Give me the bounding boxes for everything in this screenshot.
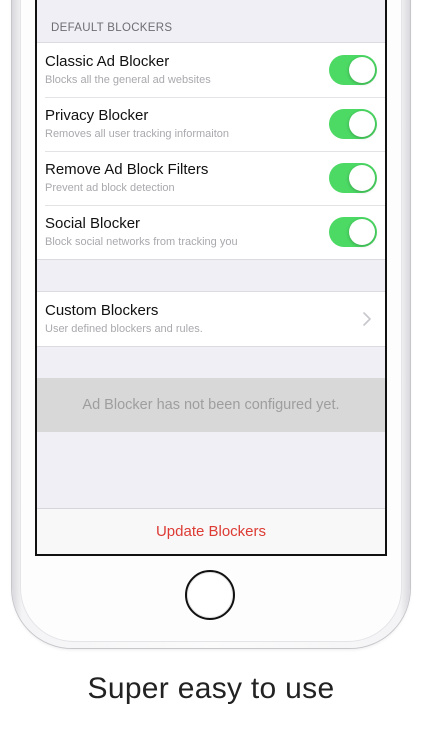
remove-ad-block-filters-toggle[interactable]: [329, 163, 377, 193]
custom-blockers-row[interactable]: Custom Blockers User defined blockers an…: [37, 292, 385, 346]
app-screen: DEFAULT BLOCKERS Classic Ad Blocker Bloc…: [35, 0, 387, 556]
privacy-blocker-toggle[interactable]: [329, 109, 377, 139]
update-blockers-button[interactable]: Update Blockers: [37, 508, 385, 554]
custom-blockers-group: Custom Blockers User defined blockers an…: [37, 291, 385, 347]
custom-blockers-subtitle: User defined blockers and rules.: [45, 323, 203, 335]
default-blockers-group: Classic Ad Blocker Blocks all the genera…: [37, 42, 385, 260]
toggle-knob: [349, 219, 375, 245]
marketing-caption: Super easy to use: [87, 672, 335, 705]
blocker-subtitle: Prevent ad block detection: [45, 182, 175, 194]
home-button[interactable]: [185, 570, 235, 620]
classic-ad-blocker-toggle[interactable]: [329, 55, 377, 85]
blocker-row-privacy[interactable]: Privacy Blocker Removes all user trackin…: [37, 97, 385, 151]
configuration-status-message: Ad Blocker has not been configured yet.: [37, 378, 385, 432]
blocker-row-classic-ad[interactable]: Classic Ad Blocker Blocks all the genera…: [37, 43, 385, 97]
blocker-title: Social Blocker: [45, 215, 141, 232]
custom-blockers-title: Custom Blockers: [45, 302, 159, 319]
blocker-title: Privacy Blocker: [45, 107, 149, 124]
social-blocker-toggle[interactable]: [329, 217, 377, 247]
marketing-screenshot: DEFAULT BLOCKERS Classic Ad Blocker Bloc…: [0, 0, 422, 750]
blocker-row-social[interactable]: Social Blocker Block social networks fro…: [37, 205, 385, 259]
blocker-title: Remove Ad Block Filters: [45, 161, 209, 178]
blocker-subtitle: Blocks all the general ad websites: [45, 74, 211, 86]
blocker-subtitle: Removes all user tracking informaiton: [45, 128, 230, 140]
section-header-default-blockers: DEFAULT BLOCKERS: [51, 22, 173, 34]
blocker-subtitle: Block social networks from tracking you: [45, 236, 238, 248]
blocker-row-remove-filters[interactable]: Remove Ad Block Filters Prevent ad block…: [37, 151, 385, 205]
toggle-knob: [349, 57, 375, 83]
blocker-title: Classic Ad Blocker: [45, 53, 170, 70]
toggle-knob: [349, 165, 375, 191]
toggle-knob: [349, 111, 375, 137]
chevron-right-icon: [363, 312, 371, 326]
